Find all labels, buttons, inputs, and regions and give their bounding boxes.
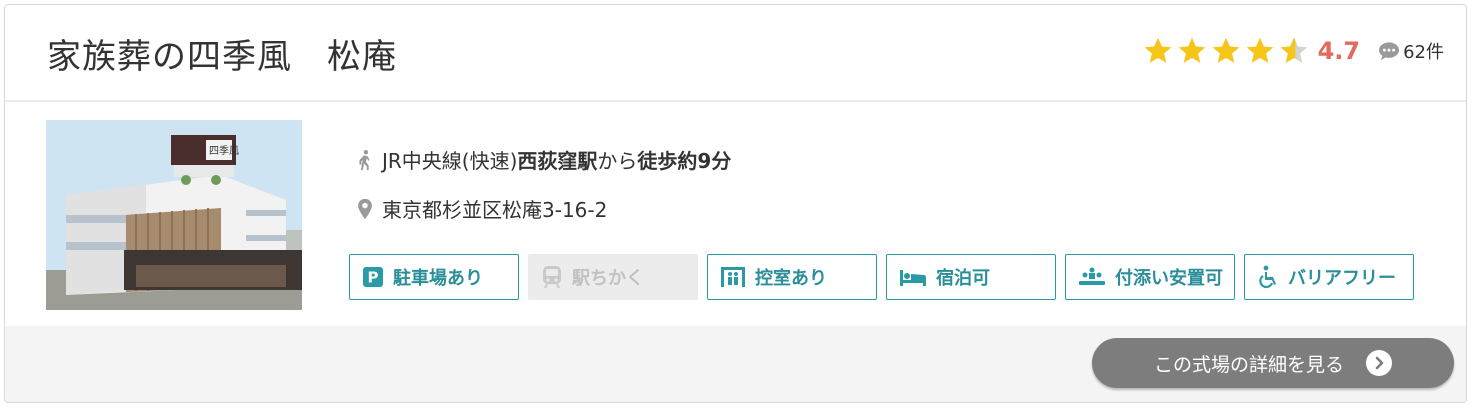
train-icon	[543, 266, 561, 288]
feature-attendance: 付添い安置可	[1065, 254, 1235, 300]
venue-title[interactable]: 家族葬の四季風 松庵	[47, 29, 397, 78]
star-icon	[1246, 37, 1273, 63]
half-star-icon	[1280, 37, 1307, 63]
comment-icon	[1379, 42, 1400, 61]
rating-score: 4.7	[1317, 37, 1361, 65]
parking-icon: P	[363, 267, 383, 287]
feature-near-station-label: 駅ちかく	[572, 268, 644, 289]
access-from: から	[597, 149, 638, 173]
attendance-icon	[1079, 267, 1105, 285]
feature-overnight-label: 宿泊可	[936, 268, 990, 289]
feature-tags: P 駐車場あり 駅ちかく 控室あり 宿泊可 付添い安置可 バリアフリー	[349, 254, 1414, 300]
star-icon	[1178, 37, 1205, 63]
chevron-right-icon	[1366, 350, 1392, 376]
venue-photo[interactable]: 四季風	[46, 120, 302, 310]
view-details-button[interactable]: この式場の詳細を見る	[1092, 338, 1454, 388]
access-line: JR中央線(快速)	[382, 149, 518, 173]
feature-overnight: 宿泊可	[886, 254, 1056, 300]
feature-attendance-label: 付添い安置可	[1115, 268, 1223, 289]
feature-near-station: 駅ちかく	[528, 254, 698, 300]
feature-waiting-room: 控室あり	[707, 254, 877, 300]
card-footer: この式場の詳細を見る	[5, 326, 1466, 402]
bed-icon	[900, 270, 926, 286]
star-icon	[1144, 37, 1171, 63]
card-header: 家族葬の四季風 松庵 4.7 62件	[5, 5, 1466, 102]
photo-sign-text: 四季風	[209, 145, 239, 157]
feature-parking-label: 駐車場あり	[393, 268, 483, 289]
address-info: 東京都杉並区松庵3-16-2	[354, 194, 607, 223]
rating-stars	[1142, 35, 1310, 67]
walking-icon	[359, 149, 370, 170]
feature-parking: P 駐車場あり	[349, 254, 519, 300]
map-pin-icon	[358, 198, 372, 219]
rating: 4.7 62件	[1142, 35, 1444, 67]
venue-card: 家族葬の四季風 松庵 4.7 62件 四季風 JR中央線(快速) 西荻窪駅 から…	[4, 4, 1467, 403]
star-icon	[1212, 37, 1239, 63]
feature-barrier-free-label: バリアフリー	[1288, 268, 1396, 289]
feature-barrier-free: バリアフリー	[1244, 254, 1414, 300]
svg-text:P: P	[368, 269, 379, 287]
access-walk: 徒歩約9分	[637, 149, 732, 173]
view-details-label: この式場の詳細を見る	[1153, 353, 1344, 376]
feature-waiting-room-label: 控室あり	[755, 268, 827, 289]
waiting-room-icon	[721, 267, 745, 287]
review-count[interactable]: 62件	[1403, 38, 1444, 64]
access-info: JR中央線(快速) 西荻窪駅 から 徒歩約9分	[354, 145, 731, 174]
address-text: 東京都杉並区松庵3-16-2	[382, 198, 608, 222]
access-station: 西荻窪駅	[517, 149, 598, 173]
wheelchair-icon	[1259, 265, 1276, 289]
